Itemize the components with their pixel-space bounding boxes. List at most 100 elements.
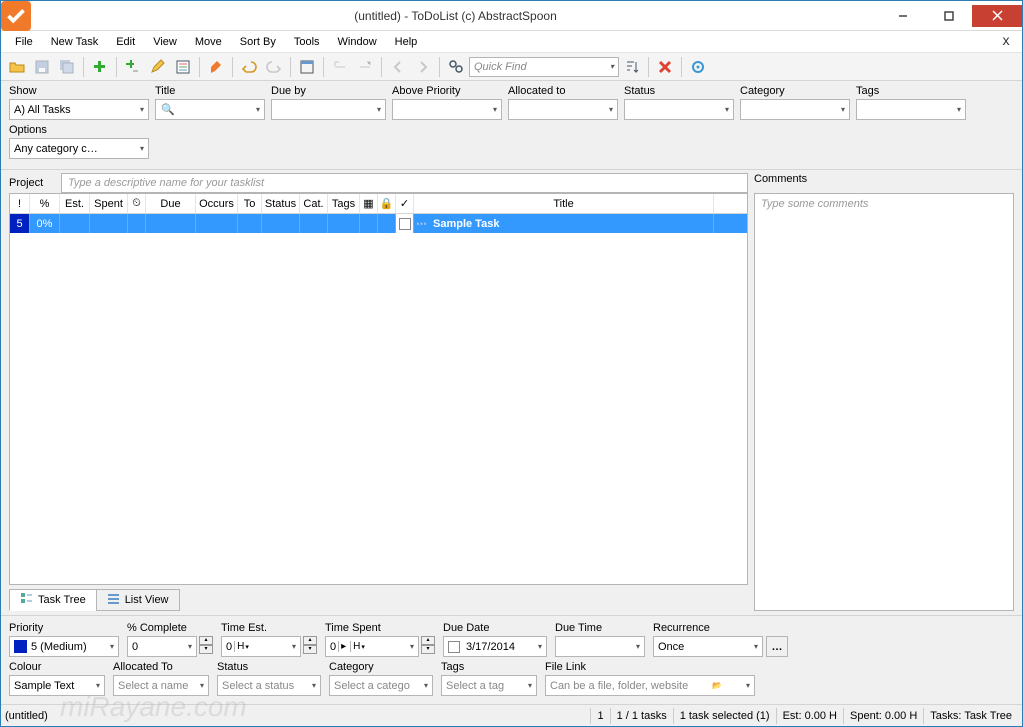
field-tags[interactable]: Select a tag▾ xyxy=(441,675,537,696)
column-header[interactable]: % xyxy=(30,194,60,213)
cell[interactable] xyxy=(360,214,378,233)
maximize-view-button[interactable] xyxy=(295,55,319,79)
cell[interactable] xyxy=(128,214,146,233)
field-recurrence[interactable]: Once▾ xyxy=(653,636,763,657)
menu-view[interactable]: View xyxy=(145,34,185,50)
menu-tools[interactable]: Tools xyxy=(286,34,328,50)
column-header[interactable]: Est. xyxy=(60,194,90,213)
spinner[interactable]: ▴▾ xyxy=(303,636,317,657)
field-label-%-complete: % Complete xyxy=(127,622,213,634)
field-time-spent[interactable]: 0▸H▾▾ xyxy=(325,636,419,657)
spinner[interactable]: ▴▾ xyxy=(199,636,213,657)
menu-close-icon[interactable]: x xyxy=(996,34,1016,49)
cell[interactable]: 5 xyxy=(10,214,30,233)
project-input[interactable]: Type a descriptive name for your tasklis… xyxy=(61,173,748,193)
status-project: (untitled) xyxy=(5,710,590,722)
delete-button[interactable] xyxy=(653,55,677,79)
cell[interactable]: 0% xyxy=(30,214,60,233)
new-task-button[interactable] xyxy=(88,55,112,79)
column-header[interactable]: To xyxy=(238,194,262,213)
filter-above-priority[interactable]: ▾ xyxy=(392,99,502,120)
column-header[interactable]: Occurs xyxy=(196,194,238,213)
cell[interactable] xyxy=(396,214,414,233)
saveall-button[interactable] xyxy=(55,55,79,79)
clear-button[interactable] xyxy=(204,55,228,79)
undo-button[interactable] xyxy=(237,55,261,79)
column-header[interactable]: Status xyxy=(262,194,300,213)
cell[interactable] xyxy=(196,214,238,233)
column-header[interactable]: 🔒 xyxy=(378,194,396,213)
field-label-category: Category xyxy=(329,661,433,673)
menu-help[interactable]: Help xyxy=(387,34,426,50)
filter-due-by[interactable]: ▾ xyxy=(271,99,386,120)
menu-new-task[interactable]: New Task xyxy=(43,34,106,50)
column-header[interactable]: Title xyxy=(414,194,714,213)
close-button[interactable] xyxy=(972,5,1022,27)
next-button[interactable] xyxy=(411,55,435,79)
edit-button[interactable] xyxy=(146,55,170,79)
find-button[interactable] xyxy=(444,55,468,79)
column-header[interactable]: Due xyxy=(146,194,196,213)
cell[interactable] xyxy=(238,214,262,233)
column-header[interactable]: ▦ xyxy=(360,194,378,213)
sort-button[interactable] xyxy=(620,55,644,79)
tab-task-tree[interactable]: Task Tree xyxy=(9,589,97,611)
comments-input[interactable]: Type some comments xyxy=(754,193,1014,611)
quickfind-input[interactable]: Quick Find▾ xyxy=(469,57,619,77)
menu-edit[interactable]: Edit xyxy=(108,34,143,50)
cell[interactable] xyxy=(378,214,396,233)
cell[interactable] xyxy=(146,214,196,233)
field-due-date[interactable]: 3/17/2014▾ xyxy=(443,636,547,657)
menu-window[interactable]: Window xyxy=(330,34,385,50)
cell[interactable] xyxy=(90,214,128,233)
filter-show[interactable]: A) All Tasks▾ xyxy=(9,99,149,120)
field-file-link[interactable]: Can be a file, folder, website📂▾ xyxy=(545,675,755,696)
field-time-est.[interactable]: 0H▾▾ xyxy=(221,636,301,657)
filter-label-title: Title xyxy=(155,85,265,97)
field-priority[interactable]: 5 (Medium)▾ xyxy=(9,636,119,657)
settings-button[interactable] xyxy=(686,55,710,79)
new-subtask-button[interactable] xyxy=(121,55,145,79)
recurrence-edit-button[interactable]: … xyxy=(766,636,788,657)
cell[interactable] xyxy=(262,214,300,233)
table-row[interactable]: 50% ⋯Sample Task xyxy=(10,214,747,233)
filter-status[interactable]: ▾ xyxy=(624,99,734,120)
filter-title[interactable]: 🔍▾ xyxy=(155,99,265,120)
filter-category[interactable]: ▾ xyxy=(740,99,850,120)
menu-file[interactable]: File xyxy=(7,34,41,50)
open-button[interactable] xyxy=(5,55,29,79)
menu-move[interactable]: Move xyxy=(187,34,230,50)
field-%-complete[interactable]: 0▾ xyxy=(127,636,197,657)
minimize-button[interactable] xyxy=(880,5,926,27)
column-header[interactable]: Tags xyxy=(328,194,360,213)
column-header[interactable]: Spent xyxy=(90,194,128,213)
save-button[interactable] xyxy=(30,55,54,79)
cell[interactable]: ⋯Sample Task xyxy=(414,214,714,233)
column-header[interactable]: ⏲ xyxy=(128,194,146,213)
filter-tags[interactable]: ▾ xyxy=(856,99,966,120)
field-status[interactable]: Select a status▾ xyxy=(217,675,321,696)
field-colour[interactable]: Sample Text▾ xyxy=(9,675,105,696)
cell[interactable] xyxy=(60,214,90,233)
column-header[interactable]: ✓ xyxy=(396,194,414,213)
field-allocated-to[interactable]: Select a name▾ xyxy=(113,675,209,696)
filter-allocated-to[interactable]: ▾ xyxy=(508,99,618,120)
column-header[interactable]: Cat. xyxy=(300,194,328,213)
field-category[interactable]: Select a catego▾ xyxy=(329,675,433,696)
properties-button[interactable] xyxy=(171,55,195,79)
status-segment: 1 task selected (1) xyxy=(673,708,776,724)
tab-list-view[interactable]: List View xyxy=(96,589,180,611)
options-select[interactable]: Any category c…▾ xyxy=(9,138,149,159)
menu-sort-by[interactable]: Sort By xyxy=(232,34,284,50)
task-grid[interactable]: !%Est.Spent⏲DueOccursToStatusCat.Tags▦🔒✓… xyxy=(9,193,748,585)
expand-button[interactable] xyxy=(328,55,352,79)
prev-button[interactable] xyxy=(386,55,410,79)
redo-button[interactable] xyxy=(262,55,286,79)
column-header[interactable]: ! xyxy=(10,194,30,213)
maximize-button[interactable] xyxy=(926,5,972,27)
field-due-time[interactable]: ▾ xyxy=(555,636,645,657)
spinner[interactable]: ▴▾ xyxy=(421,636,435,657)
cell[interactable] xyxy=(328,214,360,233)
collapse-button[interactable] xyxy=(353,55,377,79)
cell[interactable] xyxy=(300,214,328,233)
